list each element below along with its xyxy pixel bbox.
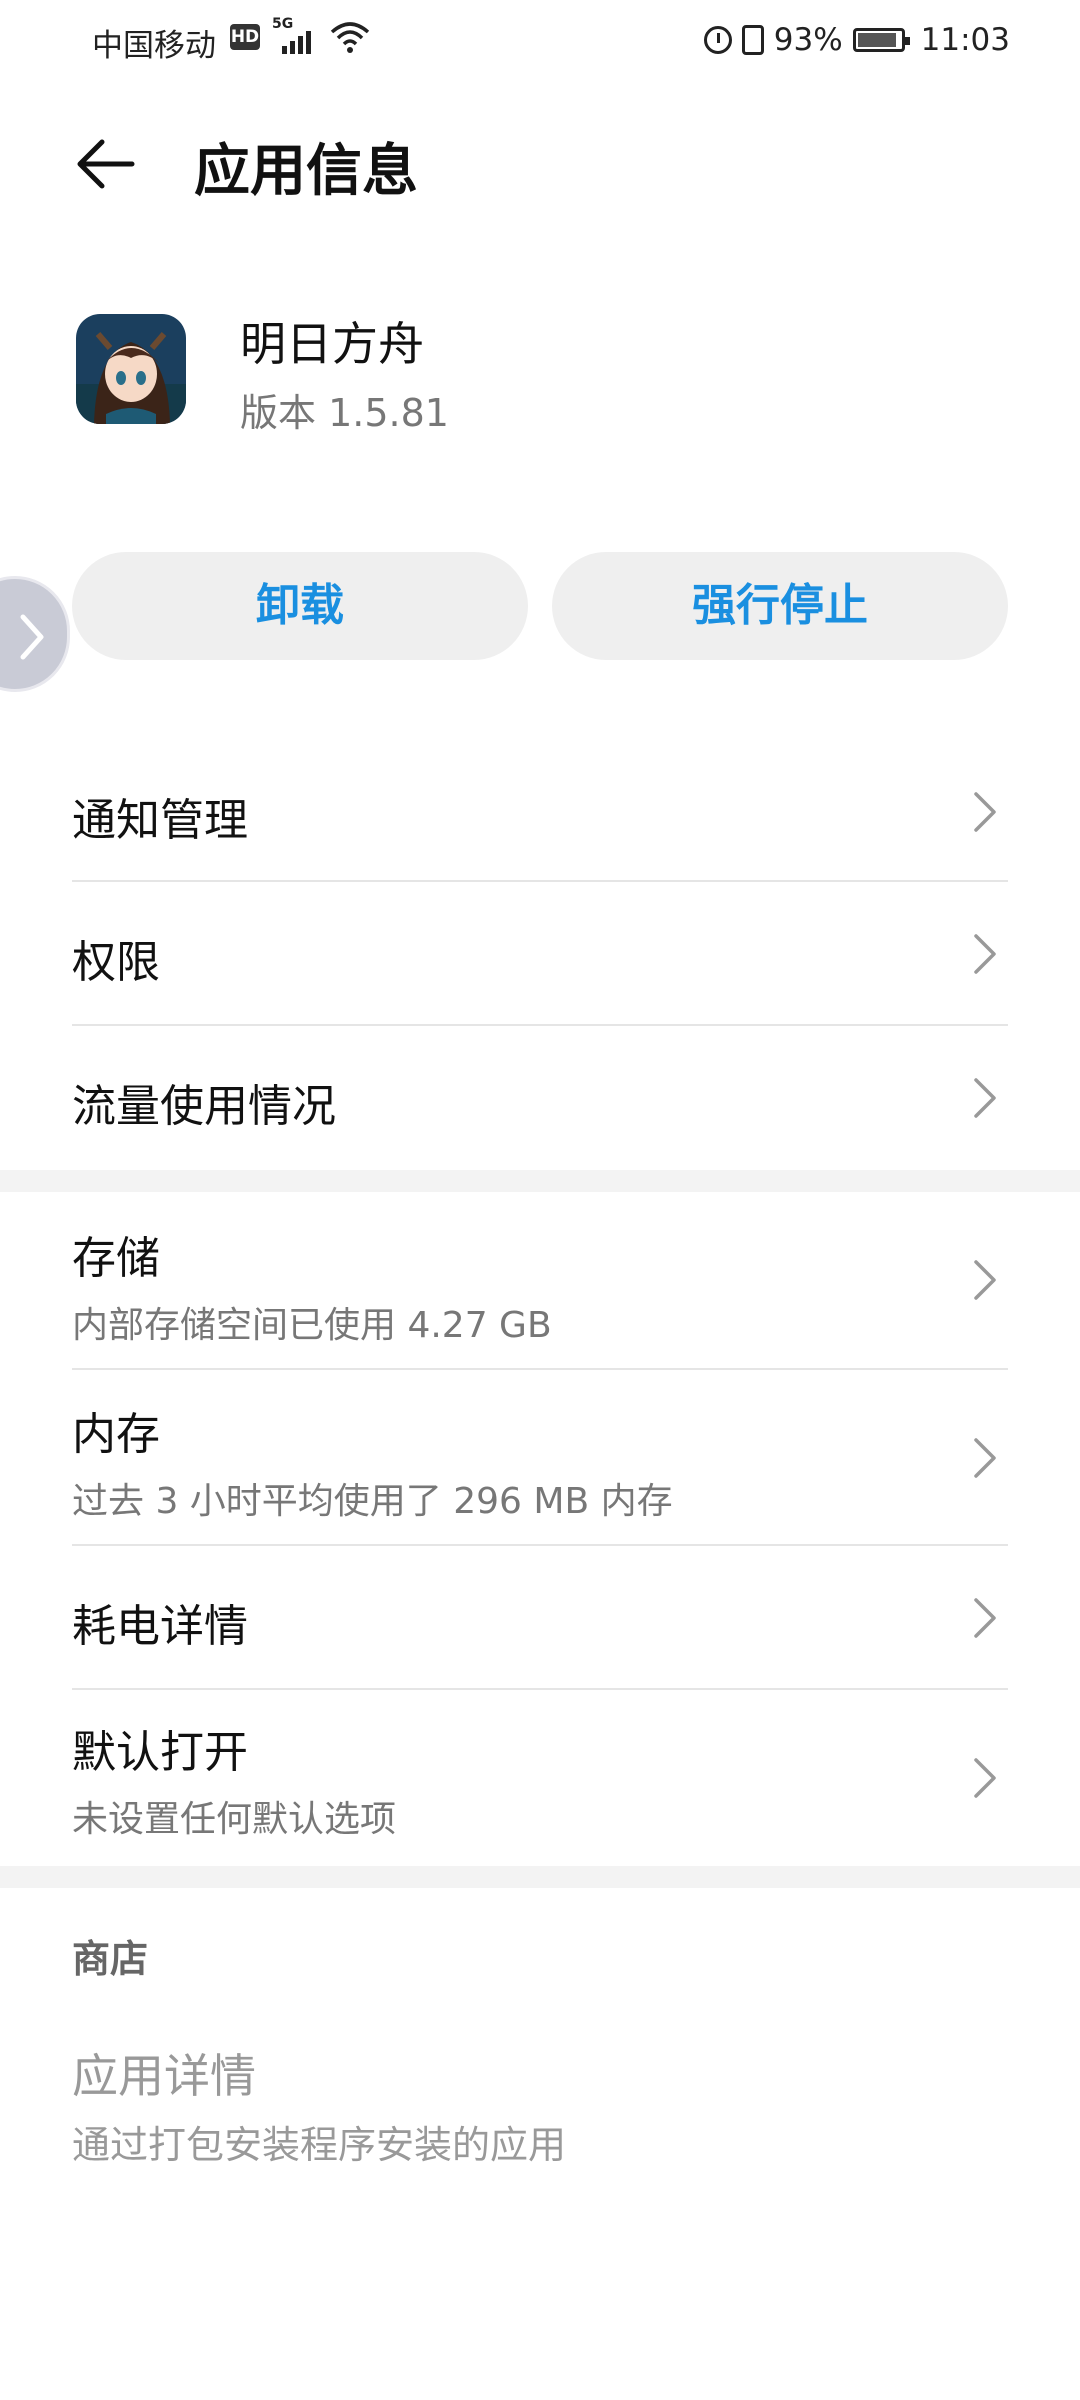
storage-label: 存储 [72,1233,160,1284]
app-version: 版本 1.5.81 [240,391,449,435]
data-usage-label: 流量使用情况 [72,1081,336,1132]
app-details-label: 应用详情 [72,2049,256,2103]
alarm-icon [703,26,732,54]
app-bar: 应用信息 [0,100,1080,230]
store-section-header: 商店 [72,1937,149,1981]
list-item-storage[interactable]: 存储 内部存储空间已使用 4.27 GB [72,1192,1008,1368]
chevron-right-icon [974,1260,996,1300]
app-name: 明日方舟 [240,317,424,371]
section-separator [0,1866,1080,1888]
clock: 11:03 [920,22,1010,58]
hd-badge: HD [230,24,260,50]
chevron-right-icon [974,1438,996,1478]
open-default-label: 默认打开 [72,1727,248,1778]
list-item-battery[interactable]: 耗电详情 [72,1546,1008,1688]
chevron-right-icon [974,792,996,832]
floating-side-tab[interactable] [0,576,70,692]
arrow-left-icon[interactable] [70,128,142,200]
app-details-summary: 通过打包安装程序安装的应用 [72,2123,567,2167]
battery-label: 耗电详情 [72,1601,248,1652]
permissions-label: 权限 [72,937,160,988]
list-item-open-default[interactable]: 默认打开 未设置任何默认选项 [72,1690,1008,1866]
list-item-permissions[interactable]: 权限 [72,884,1008,1024]
chevron-right-icon [20,614,44,660]
app-icon [76,314,186,424]
vibrate-icon [741,25,764,55]
chevron-right-icon [974,1758,996,1798]
divider [72,880,1008,882]
memory-summary: 过去 3 小时平均使用了 296 MB 内存 [72,1481,673,1522]
carrier-name: 中国移动 [92,28,216,64]
chevron-right-icon [974,1078,996,1118]
uninstall-button[interactable]: 卸载 [72,552,528,660]
battery-percent: 93% [773,22,843,58]
open-default-summary: 未设置任何默认选项 [72,1799,397,1840]
divider [72,1024,1008,1026]
signal-icon [282,28,322,54]
storage-summary: 内部存储空间已使用 4.27 GB [72,1305,552,1346]
wifi-icon [330,22,370,53]
list-item-memory[interactable]: 内存 过去 3 小时平均使用了 296 MB 内存 [72,1370,1008,1546]
memory-label: 内存 [72,1409,160,1460]
page-title: 应用信息 [194,139,418,204]
battery-charging-icon [852,28,910,52]
list-item-notification[interactable]: 通知管理 [72,748,1008,888]
section-separator [0,1170,1080,1192]
force-stop-button[interactable]: 强行停止 [552,552,1008,660]
chevron-right-icon [974,1598,996,1638]
chevron-right-icon [974,934,996,974]
status-bar: 中国移动 HD 5G 93% 11:03 [0,0,1080,80]
list-item-data-usage[interactable]: 流量使用情况 [72,1028,1008,1168]
notification-label: 通知管理 [72,795,248,846]
